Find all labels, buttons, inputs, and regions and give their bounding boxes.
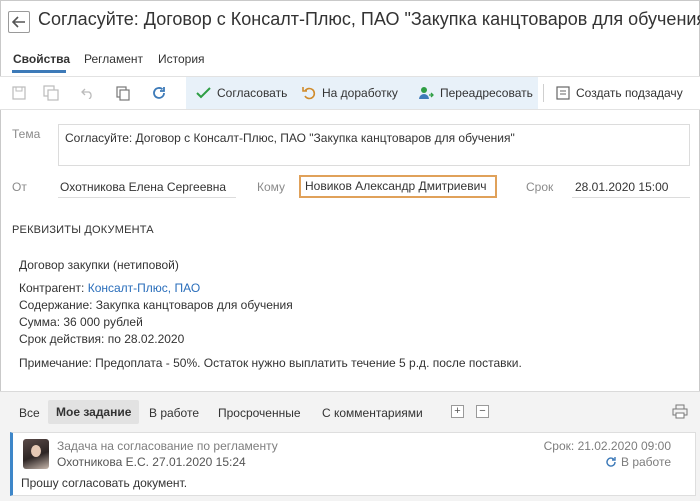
copy-icon[interactable]	[114, 84, 132, 102]
to-field[interactable]: Новиков Александр Дмитриевич	[299, 175, 497, 198]
print-icon[interactable]	[672, 404, 688, 422]
task-card[interactable]: Задача на согласование по регламенту Охо…	[10, 432, 696, 496]
undo-arrow-icon	[302, 87, 316, 100]
save-close-icon[interactable]	[42, 84, 60, 102]
refresh-icon[interactable]	[150, 84, 168, 102]
task-text: Прошу согласовать документ.	[21, 476, 188, 490]
from-field-underline	[58, 197, 236, 198]
page-title: Согласуйте: Договор с Консалт-Плюс, ПАО …	[38, 9, 700, 29]
rework-button[interactable]: На доработку	[302, 77, 398, 109]
validity-line: Срок действия: по 28.02.2020	[19, 332, 185, 346]
requisites-heading: РЕКВИЗИТЫ ДОКУМЕНТА	[12, 224, 154, 236]
sum-line: Сумма: 36 000 рублей	[19, 315, 143, 329]
from-field[interactable]: Охотникова Елена Сергеевна	[60, 180, 226, 194]
filter-in-progress[interactable]: В работе	[149, 406, 199, 420]
to-label: Кому	[257, 180, 286, 194]
note-line: Примечание: Предоплата - 50%. Остаток ну…	[19, 356, 522, 370]
arrow-left-icon	[12, 16, 25, 28]
toolbar-separator	[543, 84, 544, 102]
subtask-icon	[556, 86, 570, 100]
active-tab-indicator	[12, 70, 66, 73]
tab-bar: Свойства Регламент История	[0, 48, 700, 72]
back-button[interactable]	[8, 11, 30, 33]
contractor-line: Контрагент: Консалт-Плюс, ПАО	[19, 281, 201, 295]
filter-my-task[interactable]: Мое задание	[48, 400, 140, 424]
topic-label: Тема	[12, 127, 41, 141]
filter-with-comments[interactable]: С комментариями	[322, 406, 423, 420]
task-actions-group: Согласовать На доработку Переадресовать	[186, 77, 538, 109]
filter-overdue[interactable]: Просроченные	[218, 406, 301, 420]
content-line: Содержание: Закупка канцтоваров для обуч…	[19, 298, 293, 312]
contractor-link[interactable]: Консалт-Плюс, ПАО	[88, 281, 200, 295]
tab-history[interactable]: История	[158, 52, 205, 66]
approve-button[interactable]: Согласовать	[196, 77, 287, 109]
in-progress-icon	[606, 457, 616, 467]
user-forward-icon	[419, 87, 434, 99]
header: Согласуйте: Договор с Консалт-Плюс, ПАО …	[0, 0, 700, 44]
task-status: В работе	[605, 455, 671, 469]
toolbar: Согласовать На доработку Переадресовать …	[0, 76, 700, 110]
collapse-all-icon[interactable]: −	[476, 405, 489, 418]
deadline-field-underline	[572, 197, 690, 198]
deadline-label: Срок	[526, 180, 554, 194]
checkmark-icon	[196, 87, 211, 99]
tab-regulation[interactable]: Регламент	[84, 52, 143, 66]
avatar	[23, 439, 49, 469]
undo-icon[interactable]	[78, 84, 96, 102]
filter-all[interactable]: Все	[19, 406, 40, 420]
task-deadline: Срок: 21.02.2020 09:00	[543, 439, 671, 453]
task-title: Задача на согласование по регламенту	[57, 439, 278, 453]
tab-properties[interactable]: Свойства	[13, 52, 70, 66]
expand-all-icon[interactable]: +	[451, 405, 464, 418]
from-label: От	[12, 180, 27, 194]
create-subtask-button[interactable]: Создать подзадачу	[556, 77, 683, 109]
redirect-button[interactable]: Переадресовать	[418, 77, 533, 109]
deadline-field[interactable]: 28.01.2020 15:00	[575, 180, 668, 194]
save-icon[interactable]	[10, 84, 28, 102]
topic-field[interactable]: Согласуйте: Договор с Консалт-Плюс, ПАО …	[58, 124, 690, 166]
doc-type: Договор закупки (нетиповой)	[19, 258, 179, 272]
task-author-date: Охотникова Е.С. 27.01.2020 15:24	[57, 455, 246, 469]
tasks-panel: Все Мое задание В работе Просроченные С …	[0, 391, 700, 501]
